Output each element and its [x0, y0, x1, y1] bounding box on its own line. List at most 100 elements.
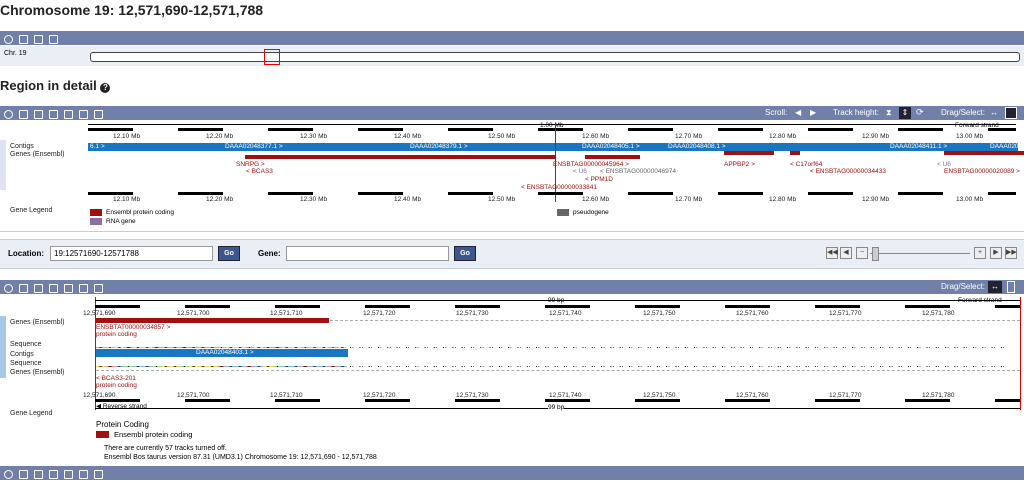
gene-go-button[interactable]: Go — [454, 246, 476, 261]
transcript-bar-top[interactable] — [96, 318, 329, 323]
export-data-icon[interactable] — [19, 470, 28, 479]
contig-label[interactable]: DAAA02048408.1 > — [668, 143, 726, 150]
jump-back-icon[interactable]: ◀◀ — [826, 247, 838, 259]
gene-label[interactable]: < ENSBTAG00000034433 — [810, 168, 886, 175]
share-icon[interactable] — [19, 35, 28, 44]
gene-bar-c17orf64[interactable] — [790, 151, 800, 155]
reset-icon[interactable] — [94, 284, 103, 293]
gene-label[interactable]: ENSBTAG00000045964 > — [553, 161, 629, 168]
gear-icon[interactable] — [4, 110, 13, 119]
detail-ruler-bottom — [95, 399, 1020, 402]
gene-label[interactable]: < BCAS3 — [246, 168, 273, 175]
share-icon[interactable] — [34, 284, 43, 293]
help-icon[interactable]: ? — [100, 83, 111, 93]
gene-label[interactable]: < C17orf64 — [790, 161, 822, 168]
gene-label[interactable]: < ENSBTAG00000046974 — [600, 168, 676, 175]
sequence-base: C — [161, 347, 171, 348]
zoom-slider-track[interactable] — [870, 253, 970, 254]
contig-label[interactable]: 6.1 > — [90, 143, 105, 150]
gear-icon[interactable] — [4, 470, 13, 479]
scroll-left-icon[interactable]: ◀ — [795, 108, 801, 117]
sequence-base: N — [783, 347, 794, 348]
sequence-base: C — [254, 366, 264, 367]
gene-label[interactable]: < PPM1D — [585, 176, 613, 183]
step-forward-icon[interactable]: ▶ — [990, 247, 1002, 259]
gene-bar-appbp2[interactable] — [724, 151, 774, 155]
gear-icon[interactable] — [4, 35, 13, 44]
contig-label[interactable]: DAAA02048411.1 > — [890, 143, 947, 150]
legend-protein-label: Ensembl protein coding — [114, 430, 193, 439]
resize-icon[interactable] — [49, 470, 58, 479]
jump-forward-icon[interactable]: ▶▶ — [1005, 247, 1017, 259]
gene-bar-ensbtag20089[interactable] — [944, 151, 1024, 155]
drag-icon[interactable]: ↔ — [988, 281, 1002, 293]
chromosome-ideogram[interactable] — [90, 52, 1020, 62]
track-list-icon[interactable] — [64, 110, 73, 119]
swap-icon[interactable] — [94, 110, 103, 119]
sequence-base: N — [746, 366, 757, 367]
collapse-height-icon[interactable]: ⧗ — [886, 108, 892, 118]
gene-label[interactable]: APPBP2 > — [724, 161, 755, 168]
export-image-icon[interactable] — [34, 35, 43, 44]
sequence-base: N — [439, 347, 450, 348]
sequence-base: T — [123, 347, 134, 348]
detail-toolbar — [0, 280, 1024, 294]
location-go-button[interactable]: Go — [218, 246, 240, 261]
gene-input[interactable] — [286, 246, 449, 261]
gene-label[interactable]: < U6 — [573, 168, 587, 175]
detail-contig-label[interactable]: DAAA02048403.1 > — [196, 349, 254, 356]
transcript-bottom-label[interactable]: < BCAS3-201 — [96, 375, 136, 382]
gene-label[interactable]: SNRPG > — [236, 161, 265, 168]
drag-icon[interactable]: ↔ — [990, 108, 998, 117]
resize-icon[interactable] — [49, 284, 58, 293]
contig-label[interactable]: DAAA02048377.1 > — [225, 143, 283, 150]
share-icon[interactable] — [19, 110, 28, 119]
contig-label[interactable]: DAAA02048405.1 > — [582, 143, 640, 150]
step-back-icon[interactable]: ◀ — [840, 247, 852, 259]
transcript-top-label[interactable]: ENSBTAT00000034857 > — [96, 324, 170, 331]
export-image-icon[interactable] — [64, 284, 73, 293]
sequence-base: N — [588, 366, 599, 367]
gene-bar-bcas3[interactable] — [245, 155, 555, 159]
zoom-in-icon[interactable]: + — [974, 247, 986, 259]
resize-icon[interactable] — [34, 110, 43, 119]
track-handle[interactable] — [0, 316, 6, 378]
zoom-slider-handle[interactable] — [872, 247, 879, 261]
sequence-base: N — [709, 347, 719, 348]
track-handle[interactable] — [0, 140, 6, 190]
sequence-base: N — [672, 366, 682, 367]
location-input[interactable]: 19:12571690-12571788 — [50, 246, 213, 261]
chr-label: Chr. 19 — [4, 50, 27, 57]
reset-icon[interactable] — [49, 35, 58, 44]
export-image-icon[interactable] — [49, 110, 58, 119]
refresh-icon[interactable]: ⟳ — [916, 107, 924, 118]
sequence-base: N — [849, 347, 859, 348]
track-list-icon[interactable] — [79, 284, 88, 293]
sequence-base: N — [756, 347, 766, 348]
export-image-icon[interactable] — [64, 470, 73, 479]
track-list-icon[interactable] — [79, 470, 88, 479]
contig-label[interactable]: DAAA020 — [990, 143, 1019, 150]
gene-bar-ppm1d[interactable] — [585, 155, 640, 159]
contig-label[interactable]: DAAA02048379.1 > — [410, 143, 468, 150]
gene-label[interactable]: < ENSBTAG00000033841 — [521, 184, 597, 191]
reset-icon[interactable] — [79, 110, 88, 119]
gear-icon[interactable] — [4, 284, 13, 293]
sequence-base: N — [811, 347, 822, 348]
sequence-base: N — [356, 347, 366, 348]
chromosome-selection-box[interactable] — [264, 49, 280, 65]
scale-line — [88, 124, 1016, 125]
export-data-icon[interactable] — [19, 284, 28, 293]
select-icon[interactable] — [1007, 281, 1015, 293]
expand-height-icon[interactable]: ⇕ — [899, 107, 911, 119]
scroll-right-icon[interactable]: ▶ — [810, 108, 816, 117]
sequence-base: N — [430, 347, 440, 348]
gene-label[interactable]: < U6 — [937, 161, 951, 168]
sequence-base: N — [793, 347, 803, 348]
gene-label[interactable]: ENSBTAG00000020089 > — [944, 168, 1020, 175]
zoom-out-icon[interactable]: − — [856, 247, 868, 259]
select-icon[interactable] — [1005, 107, 1017, 119]
share-icon[interactable] — [34, 470, 43, 479]
reset-icon[interactable] — [94, 470, 103, 479]
sequence-base: N — [365, 366, 375, 367]
